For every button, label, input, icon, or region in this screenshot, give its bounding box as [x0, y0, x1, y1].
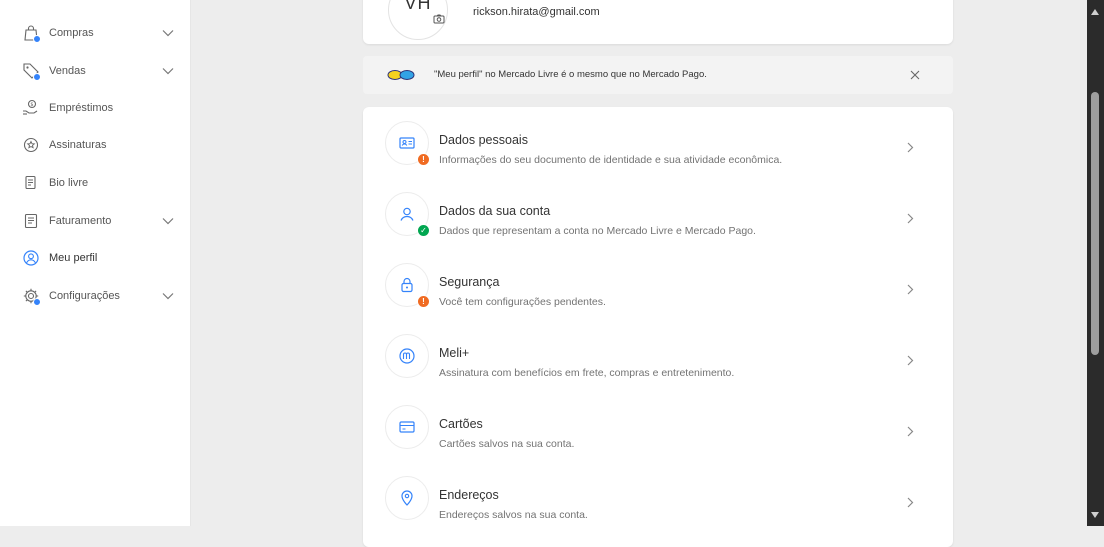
menu-item-desc: Endereços salvos na sua conta.	[439, 509, 588, 521]
svg-text:$: $	[30, 102, 33, 108]
menu-item-title: Cartões	[439, 417, 483, 431]
chevron-right-icon	[907, 284, 914, 295]
sidebar-item-label: Assinaturas	[49, 139, 107, 151]
sidebar-item-label: Meu perfil	[49, 252, 98, 264]
sidebar-item-vendas[interactable]: Vendas	[0, 53, 190, 89]
warning-badge-icon: !	[417, 295, 430, 308]
scroll-up-arrow-icon[interactable]	[1091, 9, 1099, 15]
sidebar-item-label: Vendas	[49, 65, 86, 77]
loan-icon: $	[22, 99, 40, 117]
scrollbar-thumb[interactable]	[1091, 92, 1099, 355]
chevron-down-icon[interactable]	[162, 29, 174, 37]
close-icon[interactable]	[910, 70, 920, 80]
chevron-down-icon[interactable]	[162, 292, 174, 300]
sidebar-item-label: Faturamento	[49, 215, 112, 227]
menu-item-desc: Você tem configurações pendentes.	[439, 296, 606, 308]
sidebar-item-configuracoes[interactable]: Configurações	[0, 278, 190, 314]
menu-item-enderecos[interactable]: Endereços Endereços salvos na sua conta.	[363, 462, 953, 533]
card-icon	[399, 421, 415, 433]
chevron-down-icon[interactable]	[162, 217, 174, 225]
id-card-icon	[399, 137, 415, 149]
menu-item-icon-wrap	[385, 405, 429, 449]
chevron-right-icon	[907, 213, 914, 224]
banner-text: "Meu perfil" no Mercado Livre é o mesmo …	[434, 69, 707, 80]
menu-item-desc: Assinatura com benefícios em frete, comp…	[439, 367, 735, 379]
sidebar-item-label: Empréstimos	[49, 102, 114, 114]
menu-item-title: Endereços	[439, 488, 499, 502]
menu-item-seguranca[interactable]: ! Segurança Você tem configurações pende…	[363, 249, 953, 320]
lock-icon	[401, 277, 413, 293]
chevron-right-icon	[907, 497, 914, 508]
menu-item-dados-pessoais[interactable]: ! Dados pessoais Informações do seu docu…	[363, 107, 953, 178]
receipt-icon	[22, 212, 40, 230]
gear-icon	[22, 287, 41, 306]
menu-item-desc: Cartões salvos na sua conta.	[439, 438, 575, 450]
menu-item-icon-wrap	[385, 476, 429, 520]
warning-badge-icon: !	[417, 153, 430, 166]
sidebar-item-label: Bio livre	[49, 177, 89, 189]
shopping-bag-icon	[22, 24, 41, 43]
notification-dot	[33, 298, 41, 306]
info-banner: "Meu perfil" no Mercado Livre é o mesmo …	[363, 56, 953, 94]
menu-item-meli-plus[interactable]: Meli+ Assinatura com benefícios em frete…	[363, 320, 953, 391]
sidebar-item-faturamento[interactable]: Faturamento	[0, 203, 190, 239]
menu-item-icon-wrap: !	[385, 121, 430, 166]
chevron-down-icon[interactable]	[162, 67, 174, 75]
mercado-logo-icon	[387, 70, 415, 80]
user-icon	[400, 207, 414, 221]
notification-dot	[33, 35, 41, 43]
meli-plus-icon	[399, 348, 415, 364]
menu-item-icon-wrap: !	[385, 263, 430, 308]
menu-item-icon-wrap	[385, 334, 429, 378]
sidebar-item-assinaturas[interactable]: Assinaturas	[0, 127, 190, 163]
chevron-right-icon	[907, 355, 914, 366]
sidebar-item-compras[interactable]: Compras	[0, 15, 190, 51]
menu-item-icon-wrap: ✓	[385, 192, 430, 237]
sidebar: Compras Vendas $ Empréstimos Assinaturas…	[0, 0, 191, 526]
profile-email: rickson.hirata@gmail.com	[473, 6, 600, 18]
user-circle-icon	[22, 249, 40, 267]
sidebar-item-label: Configurações	[49, 290, 120, 302]
camera-icon[interactable]	[433, 14, 445, 24]
chevron-right-icon	[907, 142, 914, 153]
menu-item-cartoes[interactable]: Cartões Cartões salvos na sua conta.	[363, 391, 953, 462]
menu-item-desc: Informações do seu documento de identida…	[439, 154, 783, 166]
menu-item-title: Dados pessoais	[439, 133, 528, 147]
tag-icon	[22, 62, 41, 81]
avatar[interactable]: VH	[388, 0, 448, 40]
sidebar-item-meu-perfil[interactable]: Meu perfil	[0, 240, 190, 276]
sidebar-item-bio-livre[interactable]: Bio livre	[0, 165, 190, 201]
menu-item-title: Segurança	[439, 275, 500, 289]
profile-header-card: VH rickson.hirata@gmail.com	[363, 0, 953, 44]
chevron-right-icon	[907, 426, 914, 437]
notification-dot	[33, 73, 41, 81]
scroll-down-arrow-icon[interactable]	[1091, 512, 1099, 518]
document-icon	[22, 174, 40, 192]
sidebar-item-emprestimos[interactable]: $ Empréstimos	[0, 90, 190, 126]
menu-item-title: Meli+	[439, 346, 470, 360]
avatar-initials: VH	[404, 0, 432, 13]
menu-item-title: Dados da sua conta	[439, 204, 551, 218]
location-pin-icon	[401, 490, 413, 506]
check-badge-icon: ✓	[417, 224, 430, 237]
profile-menu-card: ! Dados pessoais Informações do seu docu…	[363, 107, 953, 547]
sidebar-item-label: Compras	[49, 27, 94, 39]
star-badge-icon	[22, 136, 40, 154]
menu-item-dados-conta[interactable]: ✓ Dados da sua conta Dados que represent…	[363, 178, 953, 249]
menu-item-desc: Dados que representam a conta no Mercado…	[439, 225, 756, 237]
